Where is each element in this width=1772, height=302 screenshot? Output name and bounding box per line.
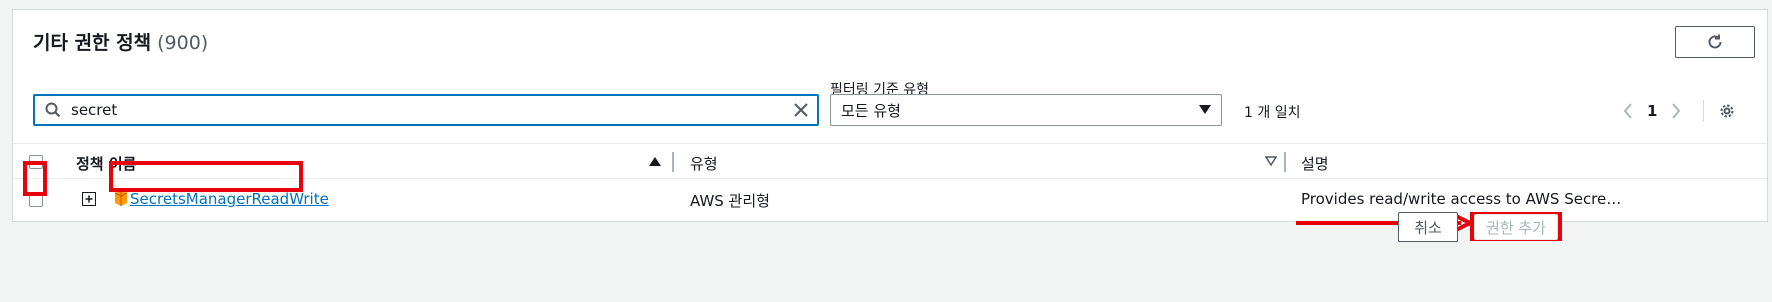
expand-icon[interactable] xyxy=(82,192,96,206)
panel-title-text: 기타 권한 정책 xyxy=(33,32,152,54)
search-input[interactable] xyxy=(71,101,793,119)
policy-description: Provides read/write access to AWS Secre… xyxy=(1301,190,1622,208)
chevron-right-icon[interactable] xyxy=(1671,103,1681,119)
add-permissions-button[interactable]: 권한 추가 xyxy=(1474,214,1558,240)
highlight-policy-name xyxy=(109,161,303,192)
pagination: 1 xyxy=(1623,100,1736,122)
panel-title: 기타 권한 정책 (900) xyxy=(33,28,208,55)
gear-icon[interactable] xyxy=(1718,102,1736,120)
refresh-icon xyxy=(1708,34,1722,49)
match-count: 1 개 일치 xyxy=(1244,105,1301,121)
sort-ascending-icon[interactable] xyxy=(649,156,661,166)
policy-type: AWS 관리형 xyxy=(690,192,770,210)
column-header-description[interactable]: 설명 xyxy=(1301,153,1329,174)
cancel-button[interactable]: 취소 xyxy=(1398,212,1458,242)
column-divider[interactable] xyxy=(1284,152,1286,172)
sort-descending-icon[interactable] xyxy=(1265,156,1277,166)
refresh-button[interactable] xyxy=(1675,26,1755,58)
chevron-left-icon[interactable] xyxy=(1623,103,1633,119)
caret-down-icon xyxy=(1199,105,1211,114)
filter-type-value: 모든 유형 xyxy=(841,101,901,120)
column-divider[interactable] xyxy=(672,152,674,172)
filter-type-select[interactable]: 모든 유형 xyxy=(830,94,1222,126)
highlight-checkbox xyxy=(23,161,47,196)
search-icon xyxy=(45,102,61,118)
policy-name-link[interactable]: SecretsManagerReadWrite xyxy=(130,190,329,208)
policy-count: (900) xyxy=(157,32,209,54)
pager-divider xyxy=(1703,100,1705,122)
search-input-container[interactable] xyxy=(33,94,819,126)
current-page[interactable]: 1 xyxy=(1647,102,1657,120)
column-header-type[interactable]: 유형 xyxy=(690,153,718,174)
clear-search-icon[interactable] xyxy=(793,102,809,118)
